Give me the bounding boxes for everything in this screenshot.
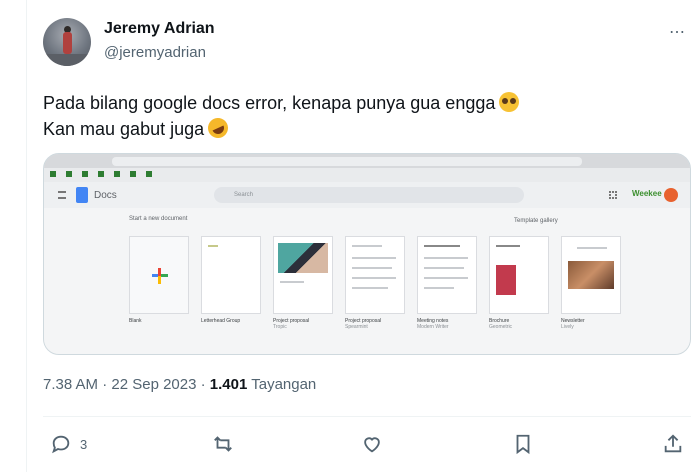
view-count: 1.401 — [209, 376, 248, 393]
media-docs-body: Start a new document Template gallery Bl… — [44, 208, 690, 354]
tweet-line-1: Pada bilang google docs error, kenapa pu… — [43, 90, 520, 116]
media-caption-name: Blank — [129, 318, 142, 324]
author-handle[interactable]: @jeremyadrian — [104, 44, 206, 61]
media-line — [352, 245, 382, 247]
tweet-line-2-text: Kan mau gabut juga — [43, 119, 205, 139]
media-caption: Meeting notes Modern Writer — [417, 318, 477, 330]
media-caption: Blank — [129, 318, 189, 324]
media-line — [280, 281, 304, 283]
media-bookmarks-bar — [44, 168, 690, 182]
author-name[interactable]: Jeremy Adrian — [104, 20, 215, 38]
media-line — [496, 245, 520, 247]
media-docs-logo-icon — [76, 187, 88, 203]
media-caption: Letterhead Group — [201, 318, 261, 324]
media-line — [424, 287, 454, 289]
media-caption-sub: Lively — [561, 324, 574, 330]
media-url-bar — [112, 157, 582, 166]
media-caption-name: Letterhead Group — [201, 318, 241, 324]
more-options-icon[interactable]: ⋯ — [669, 22, 686, 42]
media-brand-label: Weekee — [632, 189, 662, 198]
avatar-ground — [43, 54, 91, 66]
retweet-button[interactable] — [212, 432, 242, 456]
media-line — [424, 245, 460, 247]
media-line — [352, 277, 396, 279]
tweet-line-2: Kan mau gabut juga — [43, 114, 519, 142]
tweet-meta: 7.38 AM · 22 Sep 2023 · 1.401 Tayangan — [43, 376, 316, 393]
reply-count: 3 — [80, 436, 88, 452]
media-line — [424, 257, 468, 259]
media-caption-sub: Spearmint — [345, 324, 368, 330]
media-brochure-art — [496, 265, 516, 295]
media-line — [424, 277, 468, 279]
tweet-timestamp[interactable]: 7.38 AM · 22 Sep 2023 · — [43, 376, 210, 393]
media-template-proposal-spearmint — [345, 236, 405, 314]
media-template-brochure — [489, 236, 549, 314]
like-button[interactable] — [361, 432, 391, 456]
media-caption: Project proposal Tropic — [273, 318, 333, 330]
media-apps-grid-icon — [609, 191, 617, 199]
media-docs-header: Docs Search Weekee — [44, 182, 690, 208]
media-browser-tabbar — [44, 154, 690, 168]
bookmark-icon — [516, 434, 530, 455]
media-caption-sub: Geometric — [489, 324, 513, 330]
media-template-letterhead — [201, 236, 261, 314]
rolling-laughing-emoji-icon — [204, 114, 232, 142]
media-newsletter-photo — [568, 261, 614, 289]
media-line — [424, 267, 464, 269]
reply-button[interactable]: 3 — [50, 432, 87, 456]
media-line — [208, 245, 218, 247]
media-line — [577, 247, 607, 249]
share-icon — [664, 434, 682, 453]
actions-divider — [43, 416, 691, 417]
avatar-figure-body — [63, 32, 72, 54]
heart-icon — [364, 437, 380, 453]
media-line — [352, 287, 388, 289]
media-template-proposal-tropic — [273, 236, 333, 314]
media-search-bar: Search — [214, 187, 524, 203]
media-start-label: Start a new document — [129, 216, 188, 222]
media-plus-icon-v — [158, 268, 161, 284]
view-count-label: Tayangan — [247, 376, 317, 393]
media-line — [352, 267, 392, 269]
media-user-avatar — [664, 188, 678, 202]
media-docs-title: Docs — [94, 190, 117, 201]
media-template-newsletter — [561, 236, 621, 314]
media-menu-icon — [58, 191, 66, 199]
media-gallery-label: Template gallery — [514, 218, 558, 224]
media-caption: Newsletter Lively — [561, 318, 621, 330]
bookmark-button[interactable] — [512, 432, 542, 456]
media-caption: Brochure Geometric — [489, 318, 549, 330]
media-geo-art — [278, 243, 328, 273]
share-button[interactable] — [662, 432, 684, 456]
left-border — [26, 0, 27, 472]
retweet-icon — [214, 436, 232, 452]
tweet-text: Pada bilang google docs error, kenapa pu… — [43, 90, 520, 142]
tweet-media-image[interactable]: Docs Search Weekee Start a new document … — [43, 153, 691, 355]
tweet-line-1-text: Pada bilang google docs error, kenapa pu… — [43, 93, 496, 113]
media-line — [352, 257, 396, 259]
media-template-meeting-notes — [417, 236, 477, 314]
media-caption: Project proposal Spearmint — [345, 318, 405, 330]
media-caption-sub: Modern Writer — [417, 324, 449, 330]
reply-icon — [52, 435, 70, 454]
avatar[interactable] — [43, 18, 91, 66]
pleading-face-emoji-icon — [499, 92, 520, 112]
media-caption-sub: Tropic — [273, 324, 287, 330]
media-template-blank — [129, 236, 189, 314]
